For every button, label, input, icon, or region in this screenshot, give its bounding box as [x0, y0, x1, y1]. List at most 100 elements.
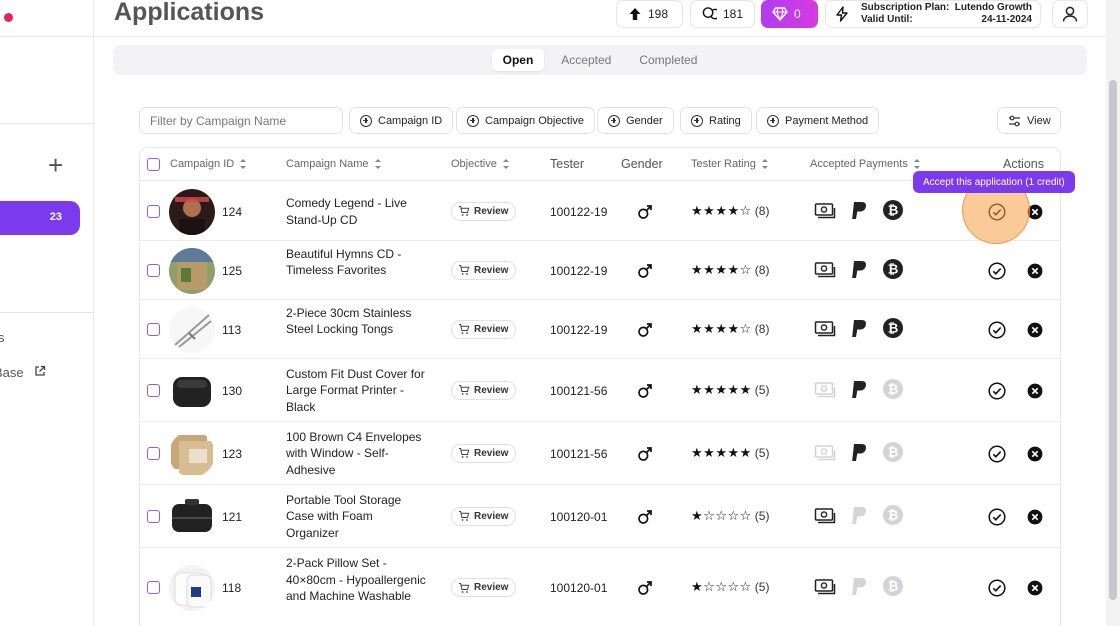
column-header-objective[interactable]: Objective	[451, 158, 510, 170]
tester-id: 100122-19	[550, 204, 608, 219]
gems-counter[interactable]: 0	[761, 0, 818, 28]
sidebar-divider	[0, 123, 94, 124]
uploads-counter[interactable]: 198	[616, 0, 683, 28]
filter-gender-button[interactable]: Gender	[597, 107, 674, 134]
cash-icon	[814, 507, 836, 523]
objective-badge: Review	[451, 380, 517, 400]
star-filled-icon: ★	[715, 202, 728, 218]
reject-icon[interactable]	[1027, 446, 1043, 462]
accept-icon[interactable]	[988, 261, 1006, 280]
objective-label: Review	[474, 264, 509, 276]
sort-icon	[502, 159, 510, 169]
table-row[interactable]: 123 100 Brown C4 Envelopes with Window - …	[140, 422, 1060, 485]
row-checkbox[interactable]	[147, 581, 160, 594]
reject-icon[interactable]	[1027, 509, 1043, 525]
row-checkbox[interactable]	[147, 383, 160, 397]
tester-rating: ★ ☆ ☆ ☆ ☆ (5)	[691, 579, 769, 595]
campaign-name: 2-Pack Pillow Set - 40×80cm - Hypoallerg…	[286, 556, 426, 603]
tab-completed[interactable]: Completed	[628, 49, 708, 71]
plus-circle-icon	[467, 114, 479, 127]
campaign-id: 123	[222, 446, 243, 461]
row-checkbox[interactable]	[147, 204, 160, 218]
row-checkbox[interactable]	[147, 322, 160, 336]
accept-icon[interactable]	[988, 320, 1006, 339]
reject-icon[interactable]	[1027, 322, 1043, 338]
table-row[interactable]: 121 Portable Tool Storage Case with Foam …	[140, 485, 1060, 548]
product-thumbnail	[169, 430, 215, 477]
star-filled-icon: ★	[691, 261, 704, 277]
select-all-checkbox[interactable]	[147, 158, 160, 171]
star-filled-icon: ★	[703, 320, 716, 336]
accept-icon[interactable]	[988, 579, 1006, 597]
column-header-accepted-payments[interactable]: Accepted Payments	[810, 158, 921, 170]
reject-icon[interactable]	[1027, 580, 1043, 596]
campaign-name: Custom Fit Dust Cover for Large Format P…	[286, 366, 425, 414]
add-icon[interactable]: +	[48, 152, 63, 178]
coins-count: 181	[722, 7, 743, 21]
product-thumbnail	[169, 493, 215, 540]
filter-payment-method-button[interactable]: Payment Method	[756, 107, 880, 134]
row-checkbox[interactable]	[147, 446, 160, 460]
column-header-campaign-name[interactable]: Campaign Name	[286, 158, 382, 170]
reject-icon[interactable]	[1027, 263, 1043, 279]
sidebar-item-knowledge-base[interactable]: Base	[0, 365, 24, 380]
table-row[interactable]: 125 Beautiful Hymns CD - Timeless Favorit…	[140, 241, 1060, 300]
male-icon	[638, 204, 652, 219]
lightning-icon	[836, 6, 848, 22]
star-empty-icon: ☆	[715, 507, 728, 523]
scrollbar-thumb[interactable]	[1109, 80, 1117, 600]
filter-campaign-objective-button[interactable]: Campaign Objective	[456, 107, 596, 134]
filter-rating-button[interactable]: Rating	[680, 107, 752, 134]
column-header-tester-rating[interactable]: Tester Rating	[691, 158, 769, 170]
star-filled-icon: ★	[715, 261, 728, 277]
coins-counter[interactable]: 181	[690, 0, 755, 28]
tester-rating: ★ ★ ★ ★ ☆ (8)	[691, 321, 769, 337]
sliders-icon	[1009, 115, 1020, 126]
campaign-id: 125	[222, 263, 243, 278]
tester-id: 100122-19	[550, 263, 608, 278]
tab-accepted[interactable]: Accepted	[550, 49, 622, 71]
star-empty-icon: ☆	[739, 202, 752, 218]
campaign-name: Portable Tool Storage Case with Foam Org…	[286, 492, 402, 540]
table-row[interactable]: 118 2-Pack Pillow Set - 40×80cm - Hypoall…	[140, 548, 1060, 626]
column-header-label: Objective	[451, 158, 497, 170]
row-checkbox[interactable]	[147, 263, 160, 277]
filter-button-label: Campaign ID	[378, 114, 443, 127]
svg-text:₿: ₿	[888, 321, 899, 336]
star-filled-icon: ★	[703, 202, 716, 218]
view-options-button[interactable]: View	[997, 107, 1061, 134]
bitcoin-icon: ₿	[883, 199, 903, 220]
tab-open[interactable]: Open	[491, 49, 545, 71]
campaign-name-filter-input[interactable]	[139, 107, 343, 134]
tester-id: 100121-56	[550, 383, 608, 398]
star-filled-icon: ★	[691, 579, 704, 594]
accept-icon[interactable]	[988, 381, 1006, 400]
sidebar-item-applications[interactable]: 23	[0, 201, 80, 235]
subscription-info: Subscription Plan: Valid Until: Lutendo …	[825, 0, 1041, 28]
paypal-icon	[852, 578, 867, 595]
star-empty-icon: ☆	[739, 507, 752, 523]
tester-rating: ★ ☆ ☆ ☆ ☆ (5)	[691, 508, 769, 524]
star-empty-icon: ☆	[739, 261, 752, 277]
filter-campaign-id-button[interactable]: Campaign ID	[349, 107, 454, 134]
campaign-id: 124	[222, 204, 243, 219]
star-filled-icon: ★	[691, 202, 704, 218]
sidebar-divider	[0, 312, 94, 313]
accept-icon[interactable]	[988, 444, 1006, 463]
campaign-name: 2-Piece 30cm Stainless Steel Locking Ton…	[286, 305, 412, 337]
column-header-campaign-id[interactable]: Campaign ID	[170, 158, 247, 170]
row-checkbox[interactable]	[147, 509, 160, 523]
logo-dot	[4, 13, 13, 22]
table-row[interactable]: 113 2-Piece 30cm Stainless Steel Locking …	[140, 300, 1060, 359]
star-filled-icon: ★	[727, 381, 740, 397]
column-header-label: Campaign ID	[170, 158, 235, 170]
objective-badge: Review	[451, 578, 517, 597]
reject-icon[interactable]	[1027, 383, 1043, 399]
user-menu-button[interactable]	[1052, 0, 1088, 28]
sidebar-item-partial[interactable]: s	[0, 330, 5, 345]
table-row[interactable]: 130 Custom Fit Dust Cover for Large Forma…	[140, 359, 1060, 422]
applications-table: Campaign ID Campaign Name Objective Test…	[139, 147, 1061, 626]
accept-icon[interactable]	[988, 507, 1006, 526]
svg-text:₿: ₿	[888, 203, 899, 218]
external-link-icon[interactable]	[34, 365, 46, 377]
